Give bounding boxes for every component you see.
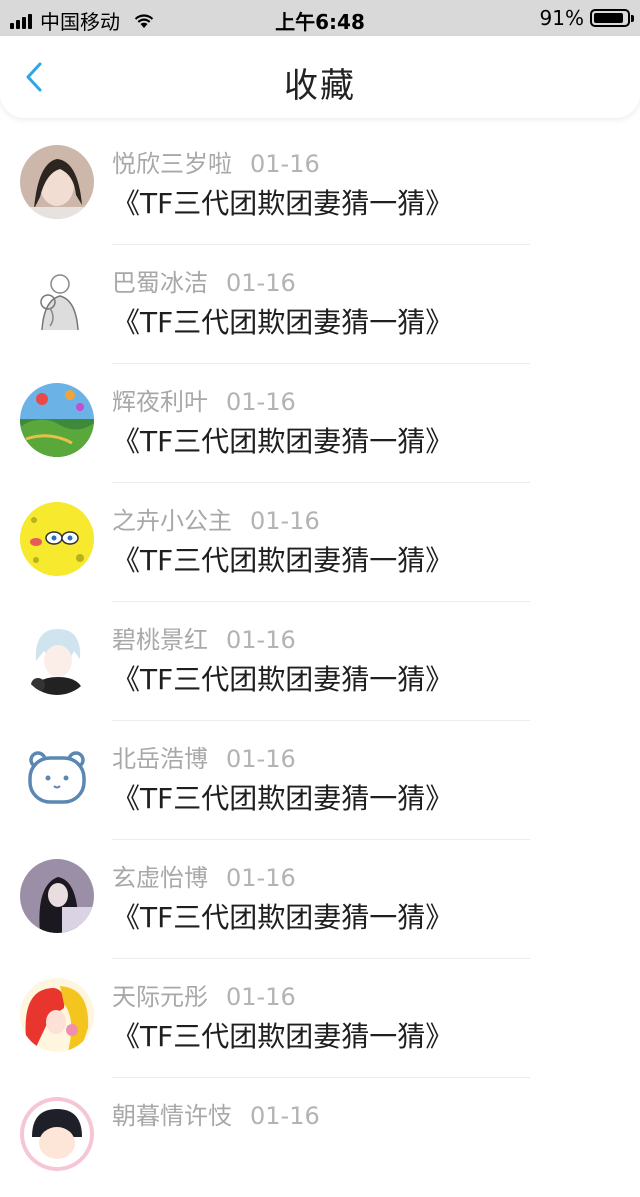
favorites-list: 悦欣三岁啦 01-16 《TF三代团欺团妻猜一猜》 巴蜀冰洁 01-16 《TF三代… bbox=[0, 126, 640, 1197]
item-title[interactable]: 《TF三代团欺团妻猜一猜》 bbox=[112, 539, 453, 579]
item-user[interactable]: 巴蜀冰洁 bbox=[112, 269, 208, 297]
item-date: 01-16 bbox=[250, 1102, 320, 1130]
page-title: 收藏 bbox=[284, 66, 356, 106]
item-user[interactable]: 北岳浩博 bbox=[112, 745, 208, 773]
avatar[interactable] bbox=[20, 859, 94, 933]
avatar[interactable] bbox=[20, 621, 94, 695]
item-user[interactable]: 之卉小公主 bbox=[112, 507, 232, 535]
avatar[interactable] bbox=[20, 264, 94, 338]
item-user[interactable]: 悦欣三岁啦 bbox=[112, 150, 232, 178]
item-date: 01-16 bbox=[226, 388, 296, 416]
item-title[interactable]: 《TF三代团欺团妻猜一猜》 bbox=[112, 777, 453, 817]
avatar[interactable] bbox=[20, 502, 94, 576]
favorite-item[interactable]: 玄虚怡博 01-16 《TF三代团欺团妻猜一猜》 bbox=[0, 840, 640, 959]
item-meta: 巴蜀冰洁 01-16 bbox=[112, 263, 296, 298]
item-meta: 之卉小公主 01-16 bbox=[112, 501, 320, 536]
battery-nub bbox=[631, 15, 634, 22]
favorite-item[interactable]: 天际元彤 01-16 《TF三代团欺团妻猜一猜》 bbox=[0, 959, 640, 1078]
nav-bar: 收藏 bbox=[0, 36, 640, 118]
item-title[interactable]: 《TF三代团欺团妻猜一猜》 bbox=[112, 182, 453, 222]
item-user[interactable]: 天际元彤 bbox=[112, 983, 208, 1011]
favorite-item[interactable]: 之卉小公主 01-16 《TF三代团欺团妻猜一猜》 bbox=[0, 483, 640, 602]
favorite-item[interactable]: 北岳浩博 01-16 《TF三代团欺团妻猜一猜》 bbox=[0, 721, 640, 840]
favorite-item[interactable]: 辉夜利叶 01-16 《TF三代团欺团妻猜一猜》 bbox=[0, 364, 640, 483]
item-date: 01-16 bbox=[226, 864, 296, 892]
item-title[interactable]: 《TF三代团欺团妻猜一猜》 bbox=[112, 1015, 453, 1055]
item-title[interactable]: 《TF三代团欺团妻猜一猜》 bbox=[112, 301, 453, 341]
item-date: 01-16 bbox=[250, 150, 320, 178]
item-title[interactable]: 《TF三代团欺团妻猜一猜》 bbox=[112, 896, 453, 936]
avatar[interactable] bbox=[20, 740, 94, 814]
avatar[interactable] bbox=[20, 978, 94, 1052]
item-title[interactable]: 《TF三代团欺团妻猜一猜》 bbox=[112, 658, 453, 698]
item-meta: 辉夜利叶 01-16 bbox=[112, 382, 296, 417]
item-date: 01-16 bbox=[250, 507, 320, 535]
favorite-item[interactable]: 巴蜀冰洁 01-16 《TF三代团欺团妻猜一猜》 bbox=[0, 245, 640, 364]
item-user[interactable]: 辉夜利叶 bbox=[112, 388, 208, 416]
avatar[interactable] bbox=[20, 1097, 94, 1171]
battery-fill bbox=[594, 13, 624, 23]
item-user[interactable]: 玄虚怡博 bbox=[112, 864, 208, 892]
item-meta: 悦欣三岁啦 01-16 bbox=[112, 144, 320, 179]
favorite-item[interactable]: 碧桃景红 01-16 《TF三代团欺团妻猜一猜》 bbox=[0, 602, 640, 721]
item-title[interactable]: 《TF三代团欺团妻猜一猜》 bbox=[112, 420, 453, 460]
item-meta: 北岳浩博 01-16 bbox=[112, 739, 296, 774]
battery-icon bbox=[590, 9, 634, 27]
item-date: 01-16 bbox=[226, 626, 296, 654]
avatar[interactable] bbox=[20, 383, 94, 457]
item-meta: 玄虚怡博 01-16 bbox=[112, 858, 296, 893]
favorite-item[interactable]: 朝暮情许忮 01-16 bbox=[0, 1078, 640, 1197]
item-user[interactable]: 碧桃景红 bbox=[112, 626, 208, 654]
favorite-item[interactable]: 悦欣三岁啦 01-16 《TF三代团欺团妻猜一猜》 bbox=[0, 126, 640, 245]
item-meta: 天际元彤 01-16 bbox=[112, 977, 296, 1012]
status-bar: 中国移动 上午6:48 91% bbox=[0, 0, 640, 36]
avatar[interactable] bbox=[20, 145, 94, 219]
status-right: 91% bbox=[539, 6, 634, 30]
item-date: 01-16 bbox=[226, 745, 296, 773]
battery-percent: 91% bbox=[539, 6, 584, 30]
item-meta: 朝暮情许忮 01-16 bbox=[112, 1096, 320, 1131]
item-date: 01-16 bbox=[226, 269, 296, 297]
item-meta: 碧桃景红 01-16 bbox=[112, 620, 296, 655]
item-user[interactable]: 朝暮情许忮 bbox=[112, 1102, 232, 1130]
item-date: 01-16 bbox=[226, 983, 296, 1011]
